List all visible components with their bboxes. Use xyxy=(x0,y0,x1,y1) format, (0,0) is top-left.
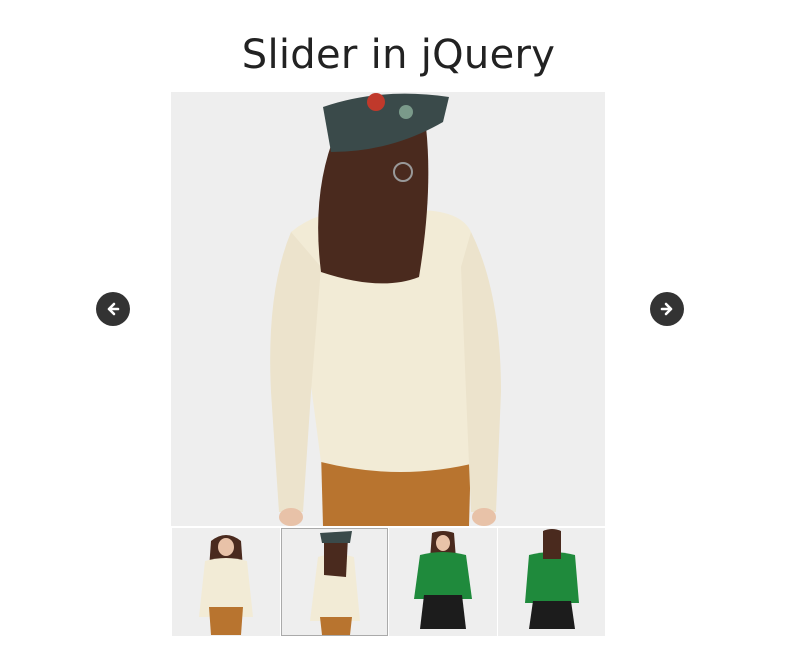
model-back-view-photo xyxy=(171,92,605,526)
prev-slide-button[interactable] xyxy=(96,292,130,326)
main-slide-image xyxy=(171,92,605,526)
arrow-left-icon xyxy=(107,302,120,316)
thumbnail-green-front[interactable] xyxy=(389,528,497,636)
thumbnail-strip xyxy=(172,528,606,638)
thumbnail-cream-back[interactable] xyxy=(280,528,388,636)
thumbnail-green-back[interactable] xyxy=(497,528,605,636)
page-title: Slider in jQuery xyxy=(241,32,556,78)
thumbnail-cream-front[interactable] xyxy=(172,528,280,636)
arrow-right-icon xyxy=(660,302,673,316)
next-slide-button[interactable] xyxy=(650,292,684,326)
